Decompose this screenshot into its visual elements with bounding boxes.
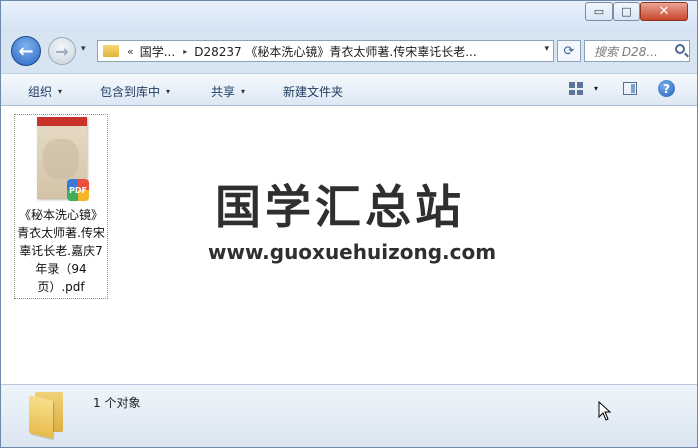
address-dropdown-button[interactable]: ▾ bbox=[544, 44, 549, 54]
file-name: 《秘本洗心镜》青衣太师著.传宋辜讬长老.嘉庆7年录（94页）.pdf bbox=[17, 208, 105, 294]
share-label: 共享 bbox=[211, 85, 236, 99]
recent-pages-button[interactable]: ▾ bbox=[81, 44, 86, 54]
breadcrumb-item-current[interactable]: D28237 《秘本洗心镜》青衣太师著.传宋辜讬长老... bbox=[194, 43, 477, 60]
back-button[interactable]: ← bbox=[11, 36, 41, 66]
watermark-url: www.guoxuehuizong.com bbox=[208, 240, 497, 264]
preview-pane-icon[interactable] bbox=[623, 82, 637, 95]
new-folder-button[interactable]: 新建文件夹 bbox=[283, 83, 343, 100]
view-options-dropdown[interactable]: ▾ bbox=[594, 84, 598, 93]
item-count: 1 个对象 bbox=[93, 396, 141, 410]
chevron-down-icon: ▾ bbox=[241, 87, 246, 96]
include-in-library-menu[interactable]: 包含到库中 ▾ bbox=[100, 83, 170, 100]
details-pane: 1 个对象 bbox=[1, 384, 697, 447]
minimize-button[interactable]: ▭ bbox=[585, 2, 613, 21]
forward-button[interactable]: → bbox=[48, 37, 76, 65]
mouse-cursor-icon bbox=[598, 400, 612, 424]
organize-label: 组织 bbox=[28, 85, 53, 99]
new-folder-label: 新建文件夹 bbox=[283, 85, 344, 99]
breadcrumb-overflow-button[interactable]: « bbox=[127, 45, 134, 58]
search-input[interactable]: 搜索 D28... bbox=[594, 43, 666, 60]
back-arrow-icon: ← bbox=[18, 40, 34, 62]
navigation-row: ← → ▾ « 国学... ▸ D28237 《秘本洗心镜》青衣太师著.传宋辜讬… bbox=[1, 31, 697, 71]
title-bar[interactable]: ▭ □ ✕ bbox=[1, 1, 697, 31]
address-bar[interactable]: « 国学... ▸ D28237 《秘本洗心镜》青衣太师著.传宋辜讬长老... … bbox=[97, 40, 554, 62]
refresh-button[interactable]: ⟳ bbox=[557, 40, 581, 62]
breadcrumb-item[interactable]: 国学... bbox=[140, 43, 175, 60]
file-list-pane[interactable]: PDF 《秘本洗心镜》青衣太师著.传宋辜讬长老.嘉庆7年录（94页）.pdf 国… bbox=[1, 106, 697, 384]
change-view-icon[interactable] bbox=[569, 82, 583, 95]
forward-arrow-icon: → bbox=[55, 41, 69, 61]
explorer-window: ▭ □ ✕ ← → ▾ « 国学... ▸ D28237 《秘本洗心镜》青衣太师… bbox=[0, 0, 698, 448]
include-in-library-label: 包含到库中 bbox=[100, 85, 161, 99]
help-icon[interactable]: ? bbox=[658, 80, 675, 97]
close-button[interactable]: ✕ bbox=[640, 2, 688, 21]
chevron-down-icon: ▾ bbox=[166, 87, 171, 96]
breadcrumb-separator-icon[interactable]: ▸ bbox=[183, 47, 187, 56]
organize-menu[interactable]: 组织 ▾ bbox=[28, 83, 62, 100]
file-item[interactable]: PDF 《秘本洗心镜》青衣太师著.传宋辜讬长老.嘉庆7年录（94页）.pdf bbox=[14, 114, 108, 299]
maximize-button[interactable]: □ bbox=[613, 2, 640, 21]
search-box[interactable]: 搜索 D28... bbox=[584, 40, 690, 62]
folder-icon bbox=[103, 45, 119, 57]
share-menu[interactable]: 共享 ▾ bbox=[211, 83, 245, 100]
search-icon bbox=[675, 44, 685, 54]
chevron-down-icon: ▾ bbox=[58, 87, 63, 96]
watermark-title: 国学汇总站 bbox=[215, 180, 465, 234]
refresh-icon: ⟳ bbox=[563, 43, 575, 59]
command-bar: 组织 ▾ 包含到库中 ▾ 共享 ▾ 新建文件夹 ▾ ? bbox=[1, 73, 697, 106]
folder-icon bbox=[29, 392, 63, 439]
pdf-icon: PDF bbox=[67, 179, 89, 201]
